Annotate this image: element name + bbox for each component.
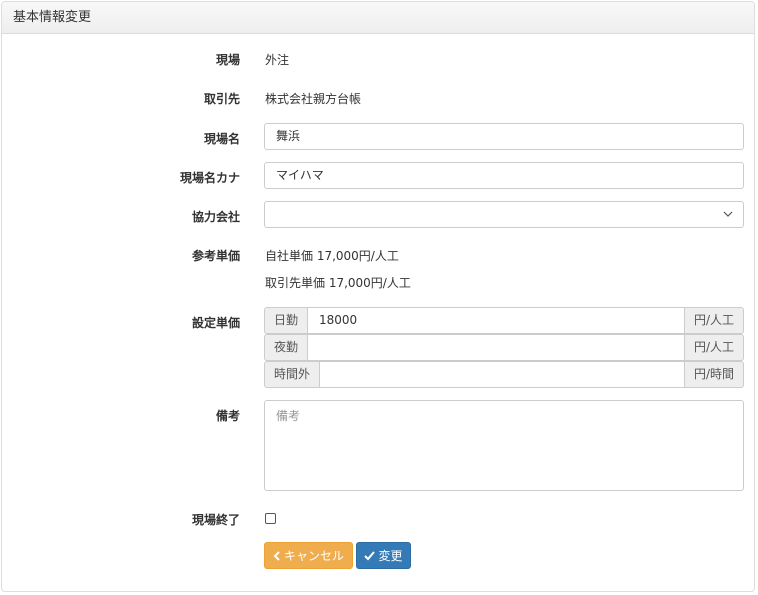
- reference-price-label: 参考単価: [191, 249, 240, 263]
- chevron-left-icon: [273, 550, 280, 561]
- submit-button-label: 変更: [378, 549, 403, 563]
- site-closed-checkbox[interactable]: [265, 513, 276, 524]
- partner-company-label: 協力会社: [191, 210, 240, 224]
- day-shift-price-group: 日勤 18000 円/人工: [264, 307, 744, 334]
- site-name-label: 現場名: [203, 132, 240, 146]
- own-price-text: 自社単価 17,000円/人工: [265, 249, 399, 263]
- day-shift-unit: 円/人工: [684, 307, 744, 334]
- set-price-label: 設定単価: [191, 316, 240, 330]
- overtime-price-input[interactable]: [319, 361, 685, 388]
- night-shift-unit: 円/人工: [684, 334, 744, 361]
- day-shift-prefix: 日勤: [264, 307, 308, 334]
- site-name-input[interactable]: 舞浜: [264, 123, 744, 150]
- overtime-prefix: 時間外: [264, 361, 320, 388]
- site-closed-label: 現場終了: [191, 513, 240, 527]
- overtime-unit: 円/時間: [684, 361, 744, 388]
- day-shift-price-input[interactable]: 18000: [307, 307, 685, 334]
- site-value: 外注: [265, 53, 290, 67]
- client-price-text: 取引先単価 17,000円/人工: [265, 276, 411, 290]
- client-label: 取引先: [203, 92, 240, 106]
- cancel-button-label: キャンセル: [283, 549, 344, 563]
- site-label: 現場: [215, 53, 240, 67]
- night-shift-price-group: 夜勤 円/人工: [264, 334, 744, 361]
- site-name-kana-label: 現場名カナ: [179, 171, 240, 185]
- check-icon: [364, 550, 376, 560]
- panel-title: 基本情報変更: [2, 2, 754, 34]
- night-shift-price-input[interactable]: [307, 334, 685, 361]
- partner-company-select[interactable]: [264, 201, 744, 228]
- page: 基本情報変更 現場 外注 取引先 株式会社親方台帳 現場名 舞浜 現場名カナ マ…: [0, 0, 758, 595]
- cancel-button[interactable]: キャンセル: [264, 542, 353, 569]
- night-shift-prefix: 夜勤: [264, 334, 308, 361]
- submit-button[interactable]: 変更: [356, 542, 411, 569]
- remarks-label: 備考: [215, 409, 240, 423]
- remarks-textarea[interactable]: 備考: [264, 400, 744, 491]
- chevron-down-icon: [723, 211, 733, 217]
- client-value: 株式会社親方台帳: [265, 92, 362, 106]
- site-name-kana-input[interactable]: マイハマ: [264, 162, 744, 189]
- overtime-price-group: 時間外 円/時間: [264, 361, 744, 388]
